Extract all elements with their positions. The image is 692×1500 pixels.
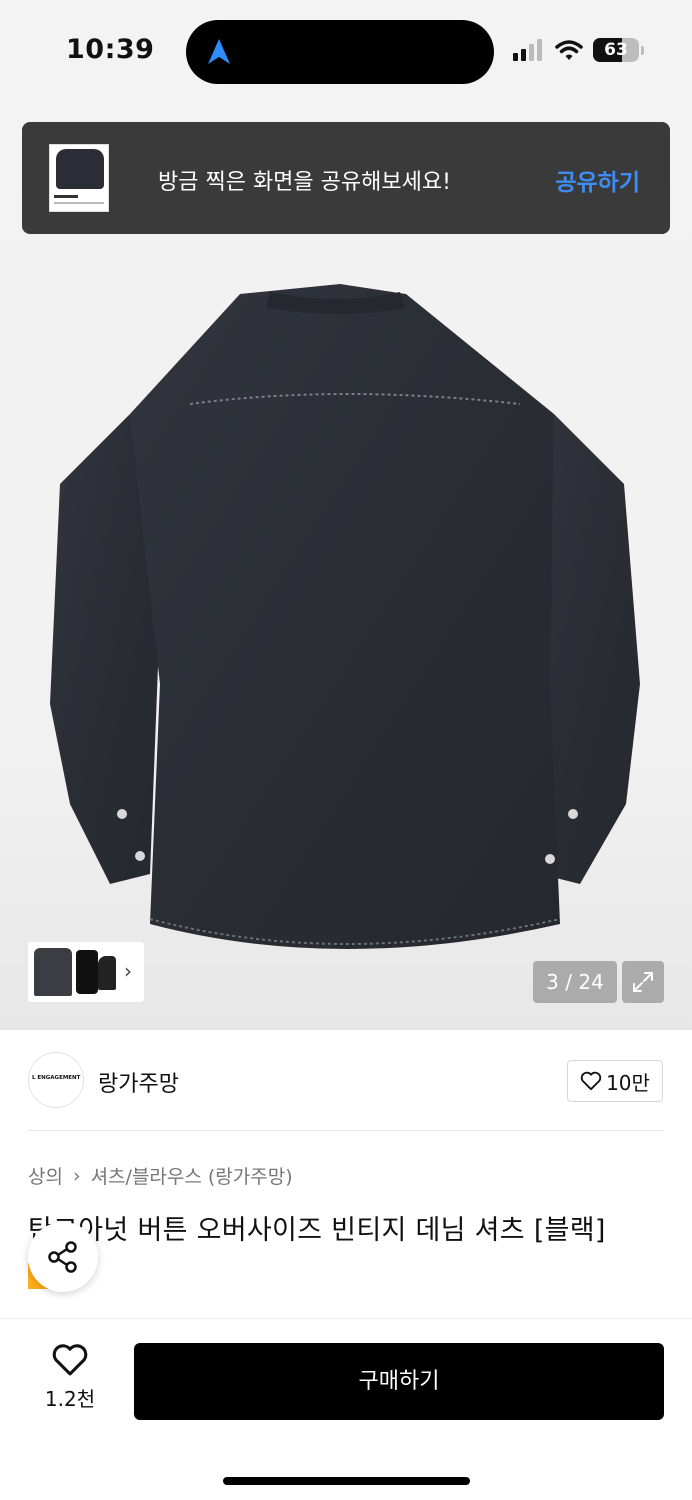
expand-icon [633,972,653,992]
brand-name[interactable]: 랑가주망 [98,1066,179,1098]
wifi-icon [555,40,583,60]
product-gallery[interactable]: 방금 찍은 화면을 공유해보세요! 공유하기 › 3 / 24 [0,104,692,1030]
toast-message: 방금 찍은 화면을 공유해보세요! [158,170,451,195]
product-page: 10:39 63 방금 찍은 화면을 공유해보세요! 공유하기 › 3 / 24… [0,0,692,1500]
thumbnail-shirt [56,149,104,189]
share-icon [48,1241,77,1273]
heart-icon [52,1344,88,1376]
status-icons: 63 [513,38,644,62]
gallery-thumbnails[interactable]: › [28,942,144,1002]
battery-tip [641,45,644,55]
expand-button[interactable] [622,961,664,1003]
navigation-arrow-icon [208,39,230,64]
share-button[interactable] [28,1222,98,1292]
divider [28,1130,664,1131]
status-bar: 10:39 63 [0,0,692,104]
breadcrumb-level2[interactable]: 셔츠/블라우스 (랑가주망) [91,1162,293,1189]
battery-percent: 63 [604,40,628,60]
product-image [50,284,640,949]
breadcrumb-level1[interactable]: 상의 [28,1162,63,1189]
battery-indicator: 63 [593,38,639,62]
thumbnail-shirt-front [34,948,72,996]
screenshot-share-toast: 방금 찍은 화면을 공유해보세요! 공유하기 [22,122,670,234]
breadcrumb: 상의 › 셔츠/블라우스 (랑가주망) [28,1162,293,1189]
home-indicator [223,1477,470,1485]
brand-like-count: 10만 [606,1070,650,1095]
chevron-right-icon: › [72,1164,81,1187]
dynamic-island [186,20,494,84]
buy-button[interactable]: 구매하기 [134,1343,664,1420]
chevron-right-icon: › [124,959,132,983]
product-title: 탄그아넛 버튼 오버사이즈 빈티지 데님 셔츠 [블랙] [28,1215,606,1246]
image-counter: 3 / 24 [533,961,617,1003]
share-now-button[interactable]: 공유하기 [555,163,640,197]
screenshot-thumbnail[interactable] [49,144,109,212]
thumbnail-shirt-side [98,956,116,990]
brand-row[interactable]: L ENGAGEMENT 랑가주망 10만 [0,1030,692,1130]
brand-logo-text: L ENGAGEMENT [32,1075,81,1081]
signal-icon [513,39,542,61]
bottom-action-bar: 1.2천 구매하기 [0,1318,692,1500]
brand-like-button[interactable]: 10만 [567,1060,663,1102]
heart-icon [580,1071,602,1091]
thumbnail-line [54,195,78,198]
wishlist-button[interactable]: 1.2천 [30,1343,110,1412]
status-time: 10:39 [66,34,155,65]
brand-logo[interactable]: L ENGAGEMENT [28,1052,84,1108]
thumbnail-line [54,202,104,204]
wishlist-count: 1.2천 [44,1387,96,1411]
thumbnail-shirt-black [76,950,98,994]
